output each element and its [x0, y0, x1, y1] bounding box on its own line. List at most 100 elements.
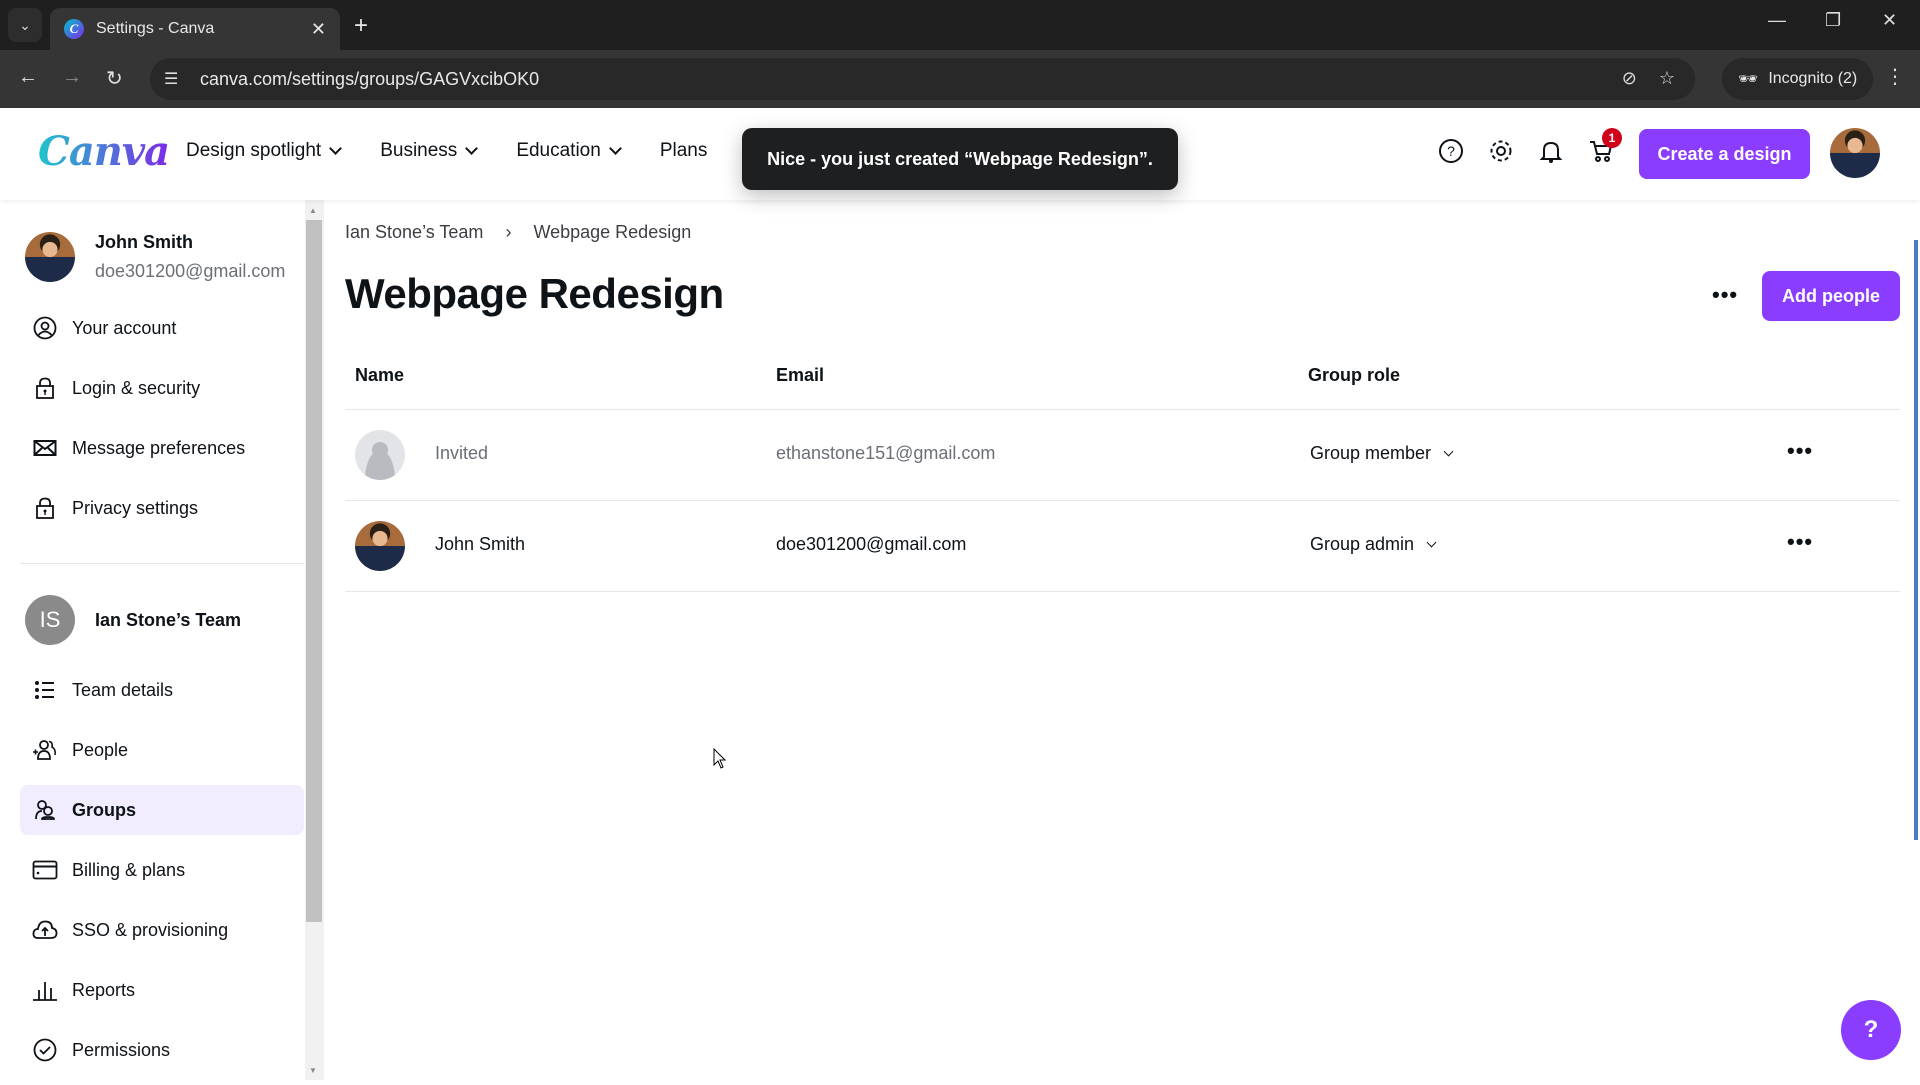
role-dropdown[interactable]: Group admin [1310, 534, 1437, 555]
row-more-options-icon[interactable]: ••• [1787, 438, 1813, 464]
new-tab-button[interactable]: + [354, 12, 368, 40]
breadcrumb: Ian Stone’s Team › Webpage Redesign [345, 222, 691, 243]
site-info-icon[interactable]: ☰ [164, 69, 190, 89]
user-email: doe301200@gmail.com [95, 261, 286, 281]
nav-label: Business [380, 140, 458, 161]
browser-tab[interactable]: C Settings - Canva ✕ [50, 8, 340, 50]
toast-notification: Nice - you just created “Webpage Redesig… [742, 128, 1178, 190]
add-people-button[interactable]: Add people [1762, 271, 1900, 321]
row-more-options-icon[interactable]: ••• [1787, 529, 1813, 555]
sidebar-item-reports[interactable]: Reports [20, 965, 304, 1015]
canva-logo[interactable]: Canva [38, 128, 170, 175]
team-name: Ian Stone’s Team [95, 609, 242, 630]
table-header: Name Email Group role [345, 350, 1900, 410]
member-name: John Smith [435, 534, 526, 554]
bookmark-star-icon[interactable]: ☆ [1659, 68, 1675, 89]
member-avatar [355, 521, 405, 571]
sidebar-item-label: People [72, 739, 129, 760]
list-icon [32, 677, 58, 703]
close-window-icon[interactable]: ✕ [1882, 10, 1897, 31]
nav-label: Education [516, 140, 601, 161]
user-card: John Smith doe301200@gmail.com [25, 232, 285, 282]
restore-icon[interactable]: ❐ [1825, 10, 1841, 31]
member-email: doe301200@gmail.com [776, 534, 967, 554]
user-circle-icon [32, 315, 58, 341]
sidebar-item-label: Team details [72, 679, 174, 700]
groups-icon [32, 797, 58, 823]
incognito-indicator[interactable]: 🕶 Incognito (2) [1722, 58, 1874, 100]
envelope-icon [32, 435, 58, 461]
back-icon[interactable]: ← [18, 66, 38, 89]
column-header-group-role: Group role [1308, 365, 1401, 385]
chevron-down-icon [1426, 537, 1437, 547]
sidebar-item-groups[interactable]: Groups [20, 785, 304, 835]
cloud-upload-icon [32, 917, 58, 943]
sidebar-item-billing-plans[interactable]: Billing & plans [20, 845, 304, 895]
sidebar-item-sso-provisioning[interactable]: SSO & provisioning [20, 905, 304, 955]
sidebar-divider [20, 563, 304, 564]
nav-design-spotlight[interactable]: Design spotlight [186, 140, 343, 162]
more-options-icon[interactable]: ••• [1712, 282, 1738, 308]
credit-card-icon [32, 857, 58, 883]
member-name: Invited [435, 443, 489, 463]
scroll-down-arrow-icon[interactable]: ▼ [309, 1066, 317, 1075]
table-row: Invited ethanstone151@gmail.com Group me… [345, 410, 1900, 501]
mouse-cursor-icon [713, 748, 727, 769]
add-people-icon [32, 737, 58, 763]
lock-icon [32, 375, 58, 401]
table-row: John Smith doe301200@gmail.com Group adm… [345, 501, 1900, 592]
nav-education[interactable]: Education [516, 140, 622, 162]
sidebar-item-people[interactable]: People [20, 725, 304, 775]
scroll-up-arrow-icon[interactable]: ▲ [309, 206, 317, 215]
breadcrumb-team-link[interactable]: Ian Stone’s Team [345, 222, 483, 243]
main-scrollbar[interactable] [1914, 240, 1918, 840]
nav-plans[interactable]: Plans [660, 140, 708, 162]
sidebar-item-label: Message preferences [72, 437, 246, 458]
sidebar-item-team-details[interactable]: Team details [20, 665, 304, 715]
team-nav: Team details People Groups Billing & pla… [20, 665, 304, 1085]
sidebar-item-permissions[interactable]: Permissions [20, 1025, 304, 1075]
nav-business[interactable]: Business [380, 140, 479, 162]
sidebar-item-label: Billing & plans [72, 859, 186, 880]
sidebar-item-label: Privacy settings [72, 497, 199, 518]
user-name: John Smith [95, 232, 193, 252]
sidebar-item-label: Your account [72, 317, 177, 338]
role-dropdown[interactable]: Group member [1310, 443, 1454, 464]
address-bar[interactable]: ☰ canva.com/settings/groups/GAGVxcibOK0 … [150, 58, 1695, 100]
reload-icon[interactable]: ↻ [106, 66, 123, 91]
help-fab-button[interactable]: ? [1841, 1000, 1901, 1060]
browser-menu-icon[interactable]: ⋮ [1885, 64, 1905, 89]
account-nav: Your account Login & security Message pr… [20, 303, 304, 543]
role-label: Group member [1310, 443, 1432, 463]
sidebar-scrollbar-thumb[interactable] [306, 220, 322, 922]
sidebar-item-login-security[interactable]: Login & security [20, 363, 304, 413]
notifications-bell-icon[interactable] [1538, 138, 1564, 164]
sidebar-item-privacy-settings[interactable]: Privacy settings [20, 483, 304, 533]
chevron-down-icon [465, 142, 479, 155]
create-design-button[interactable]: Create a design [1639, 129, 1810, 179]
sidebar-item-label: SSO & provisioning [72, 919, 229, 940]
chevron-down-icon [329, 142, 343, 155]
column-header-email: Email [776, 365, 825, 385]
breadcrumb-current: Webpage Redesign [533, 222, 692, 242]
sidebar-item-message-preferences[interactable]: Message preferences [20, 423, 304, 473]
account-avatar[interactable] [1830, 128, 1880, 178]
settings-gear-icon[interactable] [1488, 138, 1514, 164]
browser-toolbar: ← → ↻ ☰ canva.com/settings/groups/GAGVxc… [0, 50, 1920, 108]
close-tab-icon[interactable]: ✕ [311, 19, 326, 40]
minimize-icon[interactable]: — [1768, 10, 1786, 31]
sidebar-item-label: Groups [72, 799, 137, 820]
incognito-icon: 🕶 [1738, 71, 1759, 88]
team-avatar: IS [25, 595, 75, 645]
sidebar-item-label: Reports [72, 979, 136, 1000]
forward-icon[interactable]: → [62, 66, 82, 89]
cart-icon[interactable]: 1 [1588, 128, 1622, 164]
url-text[interactable]: canva.com/settings/groups/GAGVxcibOK0 [200, 69, 539, 90]
help-icon[interactable]: ? [1438, 138, 1464, 164]
tab-search-button[interactable]: ⌄ [8, 8, 42, 42]
nav-label: Plans [659, 140, 708, 161]
canva-favicon-icon: C [64, 19, 84, 39]
eye-off-icon[interactable]: ⊘ [1622, 68, 1637, 89]
chevron-down-icon [1443, 446, 1454, 456]
sidebar-item-your-account[interactable]: Your account [20, 303, 304, 353]
